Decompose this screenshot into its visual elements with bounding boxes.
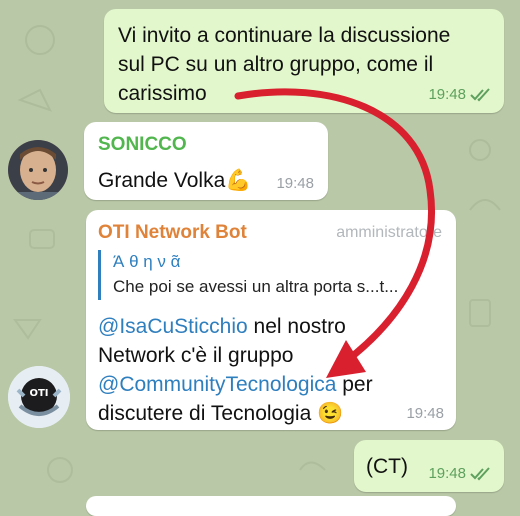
mention-link[interactable]: @IsaCuSticchio [98, 315, 248, 338]
incoming-message-bubble[interactable]: SONICCO Grande Volka💪 19:48 [84, 122, 328, 200]
message-time: 19:48 [428, 465, 466, 482]
incoming-message-bubble[interactable]: OTI Network Bot amministratore Ά θ η ν ᾶ… [86, 210, 456, 430]
double-check-icon [470, 466, 490, 480]
message-meta: 19:48 [406, 405, 444, 422]
group-link[interactable]: @CommunityTecnologica [98, 373, 336, 396]
message-text-line: Vi invito a continuare la discussione [118, 24, 451, 47]
message-meta: 19:48 [428, 465, 492, 482]
bot-avatar[interactable]: OTI [8, 366, 70, 428]
svg-text:OTI: OTI [29, 388, 48, 399]
message-text-line: sul PC su un altro gruppo, come il [118, 53, 434, 76]
oti-bot-avatar: OTI [8, 366, 70, 428]
outgoing-message-bubble[interactable]: (CT) 19:48 [354, 440, 504, 492]
message-meta: 19:48 [428, 86, 492, 103]
message-time: 19:48 [276, 175, 314, 192]
message-text: per [336, 373, 373, 396]
message-text: discutere di Tecnologia [98, 402, 312, 425]
reply-text: Che poi se avessi un altra porta s...t..… [113, 277, 399, 296]
incoming-message-bubble-partial[interactable] [86, 496, 456, 516]
winking-face-emoji: 😉 [317, 402, 344, 425]
sender-name[interactable]: SONICCO [98, 134, 187, 156]
outgoing-message-bubble[interactable]: Vi invito a continuare la discussione su… [104, 9, 504, 113]
message-time: 19:48 [406, 405, 444, 422]
message-text: Network c'è il gruppo [98, 344, 294, 367]
message-meta: 19:48 [276, 175, 314, 192]
sender-name[interactable]: OTI Network Bot [98, 222, 247, 244]
reply-quote[interactable]: Ά θ η ν ᾶ Che poi se avessi un altra por… [98, 250, 443, 300]
reply-author: Ά θ η ν ᾶ [113, 252, 181, 271]
message-text: (CT) [366, 455, 408, 478]
admin-role-label: amministratore [336, 224, 442, 241]
message-text: nel nostro [247, 315, 346, 338]
double-check-icon [470, 87, 490, 101]
user-avatar-photo [8, 140, 68, 200]
message-text: Grande Volka [98, 169, 226, 192]
flexed-biceps-emoji: 💪 [225, 169, 252, 192]
message-time: 19:48 [428, 86, 466, 103]
user-avatar[interactable] [8, 140, 68, 200]
